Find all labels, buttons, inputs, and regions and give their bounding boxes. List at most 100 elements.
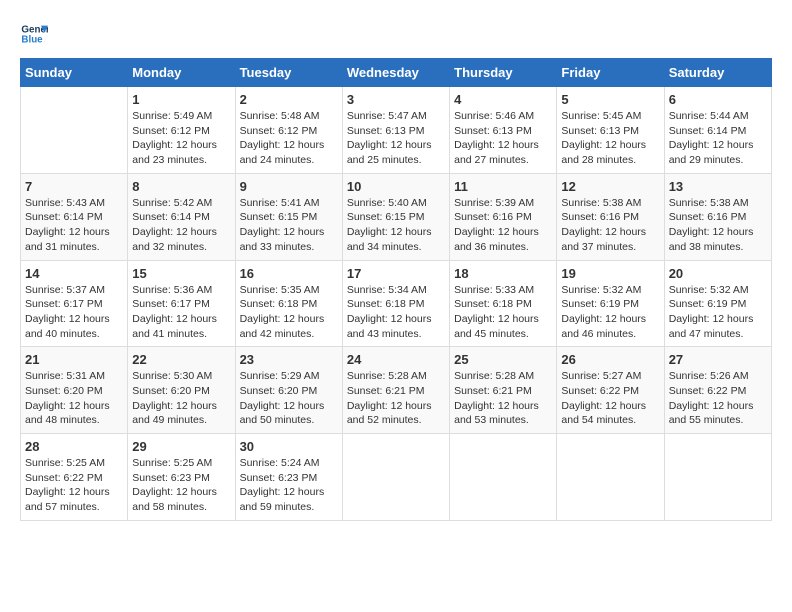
day-info: Sunrise: 5:32 AM Sunset: 6:19 PM Dayligh… (669, 283, 767, 342)
header-cell-wednesday: Wednesday (342, 59, 449, 87)
header-cell-tuesday: Tuesday (235, 59, 342, 87)
day-cell: 8 Sunrise: 5:42 AM Sunset: 6:14 PM Daylig… (128, 173, 235, 260)
day-cell: 12Sunrise: 5:38 AM Sunset: 6:16 PM Dayli… (557, 173, 664, 260)
calendar-table: SundayMondayTuesdayWednesdayThursdayFrid… (20, 58, 772, 521)
day-info: Sunrise: 5:32 AM Sunset: 6:19 PM Dayligh… (561, 283, 659, 342)
day-info: Sunrise: 5:31 AM Sunset: 6:20 PM Dayligh… (25, 369, 123, 428)
day-cell: 14 Sunrise: 5:37 AM Sunset: 6:17 PM Dayli… (21, 260, 128, 347)
day-cell: 13 Sunrise: 5:38 AM Sunset: 6:16 PM Dayli… (664, 173, 771, 260)
day-info: Sunrise: 5:26 AM Sunset: 6:22 PM Dayligh… (669, 369, 767, 428)
day-info: Sunrise: 5:43 AM Sunset: 6:14 PM Dayligh… (25, 196, 123, 255)
day-cell: 25 Sunrise: 5:28 AM Sunset: 6:21 PM Dayli… (450, 347, 557, 434)
day-number: 26 (561, 352, 659, 367)
day-cell (21, 87, 128, 174)
day-number: 22 (132, 352, 230, 367)
day-info: Sunrise: 5:38 AM Sunset: 6:16 PM Dayligh… (561, 196, 659, 255)
day-number: 1 (132, 92, 230, 107)
day-number: 5 (561, 92, 659, 107)
day-number: 25 (454, 352, 552, 367)
day-info: Sunrise: 5:47 AM Sunset: 6:13 PM Dayligh… (347, 109, 445, 168)
day-cell: 6 Sunrise: 5:44 AM Sunset: 6:14 PM Daylig… (664, 87, 771, 174)
day-number: 16 (240, 266, 338, 281)
week-row: 1 Sunrise: 5:49 AM Sunset: 6:12 PM Daylig… (21, 87, 772, 174)
day-number: 21 (25, 352, 123, 367)
day-info: Sunrise: 5:35 AM Sunset: 6:18 PM Dayligh… (240, 283, 338, 342)
day-number: 6 (669, 92, 767, 107)
day-cell: 15 Sunrise: 5:36 AM Sunset: 6:17 PM Dayli… (128, 260, 235, 347)
day-info: Sunrise: 5:41 AM Sunset: 6:15 PM Dayligh… (240, 196, 338, 255)
day-info: Sunrise: 5:37 AM Sunset: 6:17 PM Dayligh… (25, 283, 123, 342)
day-number: 8 (132, 179, 230, 194)
day-number: 10 (347, 179, 445, 194)
day-number: 13 (669, 179, 767, 194)
day-number: 17 (347, 266, 445, 281)
week-row: 14 Sunrise: 5:37 AM Sunset: 6:17 PM Dayli… (21, 260, 772, 347)
day-info: Sunrise: 5:25 AM Sunset: 6:22 PM Dayligh… (25, 456, 123, 515)
day-number: 11 (454, 179, 552, 194)
day-info: Sunrise: 5:28 AM Sunset: 6:21 PM Dayligh… (454, 369, 552, 428)
day-info: Sunrise: 5:48 AM Sunset: 6:12 PM Dayligh… (240, 109, 338, 168)
day-info: Sunrise: 5:38 AM Sunset: 6:16 PM Dayligh… (669, 196, 767, 255)
day-cell (450, 434, 557, 521)
day-cell: 3 Sunrise: 5:47 AM Sunset: 6:13 PM Daylig… (342, 87, 449, 174)
day-number: 14 (25, 266, 123, 281)
day-cell: 24 Sunrise: 5:28 AM Sunset: 6:21 PM Dayli… (342, 347, 449, 434)
day-cell: 1 Sunrise: 5:49 AM Sunset: 6:12 PM Daylig… (128, 87, 235, 174)
day-info: Sunrise: 5:24 AM Sunset: 6:23 PM Dayligh… (240, 456, 338, 515)
day-info: Sunrise: 5:45 AM Sunset: 6:13 PM Dayligh… (561, 109, 659, 168)
svg-text:Blue: Blue (21, 34, 43, 45)
day-number: 4 (454, 92, 552, 107)
day-info: Sunrise: 5:33 AM Sunset: 6:18 PM Dayligh… (454, 283, 552, 342)
day-number: 9 (240, 179, 338, 194)
day-info: Sunrise: 5:40 AM Sunset: 6:15 PM Dayligh… (347, 196, 445, 255)
day-cell: 9 Sunrise: 5:41 AM Sunset: 6:15 PM Daylig… (235, 173, 342, 260)
day-cell: 20 Sunrise: 5:32 AM Sunset: 6:19 PM Dayli… (664, 260, 771, 347)
day-cell (342, 434, 449, 521)
day-cell: 21 Sunrise: 5:31 AM Sunset: 6:20 PM Dayli… (21, 347, 128, 434)
day-info: Sunrise: 5:27 AM Sunset: 6:22 PM Dayligh… (561, 369, 659, 428)
day-number: 24 (347, 352, 445, 367)
day-number: 18 (454, 266, 552, 281)
day-info: Sunrise: 5:39 AM Sunset: 6:16 PM Dayligh… (454, 196, 552, 255)
day-info: Sunrise: 5:36 AM Sunset: 6:17 PM Dayligh… (132, 283, 230, 342)
week-row: 21 Sunrise: 5:31 AM Sunset: 6:20 PM Dayli… (21, 347, 772, 434)
day-info: Sunrise: 5:34 AM Sunset: 6:18 PM Dayligh… (347, 283, 445, 342)
day-cell: 4 Sunrise: 5:46 AM Sunset: 6:13 PM Daylig… (450, 87, 557, 174)
day-number: 29 (132, 439, 230, 454)
header-cell-thursday: Thursday (450, 59, 557, 87)
day-cell: 26 Sunrise: 5:27 AM Sunset: 6:22 PM Dayli… (557, 347, 664, 434)
day-info: Sunrise: 5:42 AM Sunset: 6:14 PM Dayligh… (132, 196, 230, 255)
day-number: 15 (132, 266, 230, 281)
logo-icon: General Blue (20, 20, 48, 48)
day-info: Sunrise: 5:25 AM Sunset: 6:23 PM Dayligh… (132, 456, 230, 515)
day-cell (664, 434, 771, 521)
header-cell-sunday: Sunday (21, 59, 128, 87)
day-cell: 28Sunrise: 5:25 AM Sunset: 6:22 PM Dayli… (21, 434, 128, 521)
day-info: Sunrise: 5:49 AM Sunset: 6:12 PM Dayligh… (132, 109, 230, 168)
day-cell: 10 Sunrise: 5:40 AM Sunset: 6:15 PM Dayli… (342, 173, 449, 260)
day-info: Sunrise: 5:28 AM Sunset: 6:21 PM Dayligh… (347, 369, 445, 428)
header-cell-monday: Monday (128, 59, 235, 87)
day-number: 30 (240, 439, 338, 454)
day-cell: 30 Sunrise: 5:24 AM Sunset: 6:23 PM Dayli… (235, 434, 342, 521)
day-info: Sunrise: 5:46 AM Sunset: 6:13 PM Dayligh… (454, 109, 552, 168)
day-cell: 16 Sunrise: 5:35 AM Sunset: 6:18 PM Dayli… (235, 260, 342, 347)
day-number: 19 (561, 266, 659, 281)
day-number: 27 (669, 352, 767, 367)
day-cell: 22Sunrise: 5:30 AM Sunset: 6:20 PM Dayli… (128, 347, 235, 434)
header-cell-friday: Friday (557, 59, 664, 87)
day-cell: 5 Sunrise: 5:45 AM Sunset: 6:13 PM Daylig… (557, 87, 664, 174)
day-number: 7 (25, 179, 123, 194)
day-info: Sunrise: 5:29 AM Sunset: 6:20 PM Dayligh… (240, 369, 338, 428)
day-cell: 18 Sunrise: 5:33 AM Sunset: 6:18 PM Dayli… (450, 260, 557, 347)
week-row: 7 Sunrise: 5:43 AM Sunset: 6:14 PM Daylig… (21, 173, 772, 260)
day-info: Sunrise: 5:44 AM Sunset: 6:14 PM Dayligh… (669, 109, 767, 168)
day-cell (557, 434, 664, 521)
day-cell: 27 Sunrise: 5:26 AM Sunset: 6:22 PM Dayli… (664, 347, 771, 434)
day-number: 20 (669, 266, 767, 281)
header-row: SundayMondayTuesdayWednesdayThursdayFrid… (21, 59, 772, 87)
day-number: 3 (347, 92, 445, 107)
day-cell: 11 Sunrise: 5:39 AM Sunset: 6:16 PM Dayli… (450, 173, 557, 260)
day-cell: 2Sunrise: 5:48 AM Sunset: 6:12 PM Daylig… (235, 87, 342, 174)
day-cell: 7 Sunrise: 5:43 AM Sunset: 6:14 PM Daylig… (21, 173, 128, 260)
